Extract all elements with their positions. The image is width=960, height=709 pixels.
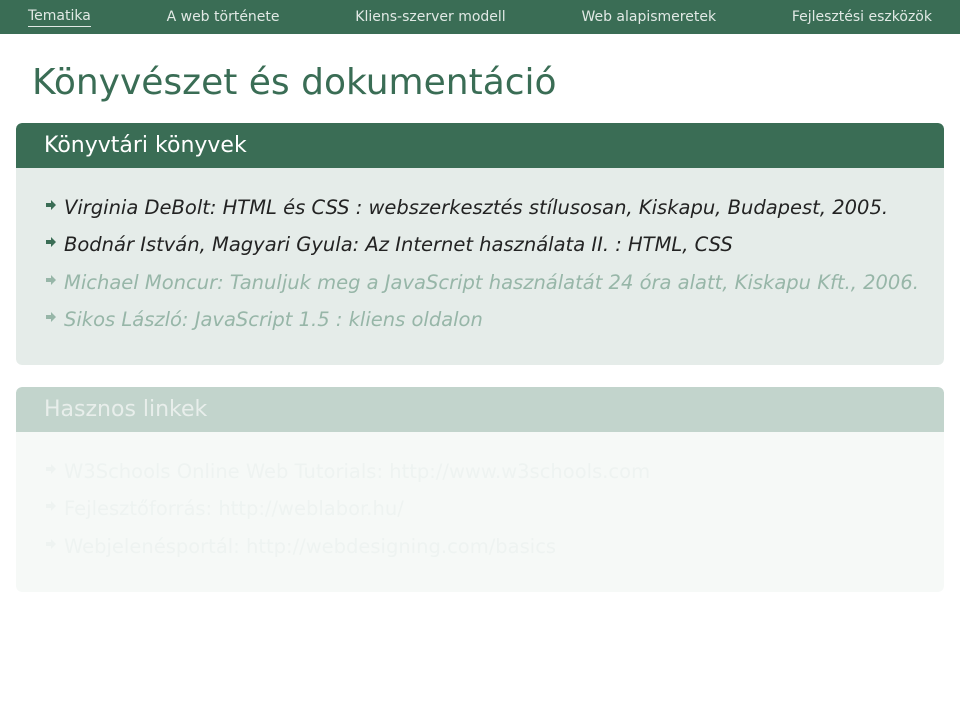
nav-fejlesztesi-eszkozok[interactable]: Fejlesztési eszközök [792, 9, 932, 25]
block-books-body: Virginia DeBolt: HTML és CSS : webszerke… [16, 168, 944, 365]
block-books-header: Könyvtári könyvek [16, 123, 944, 168]
list-item: Fejlesztőforrás: http://weblabor.hu/ [46, 495, 920, 522]
list-item: Sikos László: JavaScript 1.5 : kliens ol… [46, 306, 920, 333]
block-links: Hasznos linkek W3Schools Online Web Tuto… [16, 387, 944, 592]
list-item: Webjelenésportál: http://webdesigning.co… [46, 533, 920, 560]
book-entry: Michael Moncur: Tanuljuk meg a JavaScrip… [64, 269, 920, 296]
nav-tematika[interactable]: Tematika [28, 8, 91, 27]
title-area: Könyvészet és dokumentáció [0, 34, 960, 113]
book-entry: Bodnár István, Magyari Gyula: Az Interne… [64, 231, 920, 258]
bullet-icon [46, 306, 64, 322]
bullet-icon [46, 269, 64, 285]
block-books: Könyvtári könyvek Virginia DeBolt: HTML … [16, 123, 944, 365]
list-item: W3Schools Online Web Tutorials: http://w… [46, 458, 920, 485]
link-entry: W3Schools Online Web Tutorials: http://w… [64, 458, 920, 485]
nav-web-alapismeretek[interactable]: Web alapismeretek [581, 9, 716, 25]
page-title: Könyvészet és dokumentáció [32, 62, 960, 103]
list-item: Michael Moncur: Tanuljuk meg a JavaScrip… [46, 269, 920, 296]
link-entry: Webjelenésportál: http://webdesigning.co… [64, 533, 920, 560]
bullet-icon [46, 458, 64, 474]
bullet-icon [46, 533, 64, 549]
book-entry: Sikos László: JavaScript 1.5 : kliens ol… [64, 306, 920, 333]
block-links-header: Hasznos linkek [16, 387, 944, 432]
list-item: Bodnár István, Magyari Gyula: Az Interne… [46, 231, 920, 258]
list-item: Virginia DeBolt: HTML és CSS : webszerke… [46, 194, 920, 221]
bullet-icon [46, 495, 64, 511]
bullet-icon [46, 194, 64, 210]
nav-web-tortenete[interactable]: A web története [167, 9, 280, 25]
nav-kliens-szerver[interactable]: Kliens-szerver modell [355, 9, 505, 25]
navbar: Tematika A web története Kliens-szerver … [0, 0, 960, 34]
bullet-icon [46, 231, 64, 247]
book-entry: Virginia DeBolt: HTML és CSS : webszerke… [64, 194, 920, 221]
block-links-body: W3Schools Online Web Tutorials: http://w… [16, 432, 944, 592]
link-entry: Fejlesztőforrás: http://weblabor.hu/ [64, 495, 920, 522]
